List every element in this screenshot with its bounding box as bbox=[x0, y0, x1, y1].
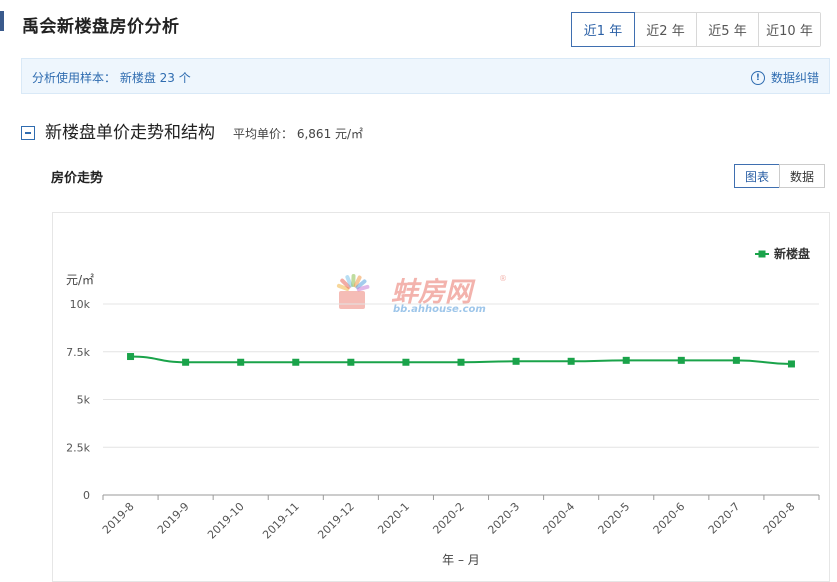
watermark-petal bbox=[359, 287, 368, 289]
view-toggle: 图表 数据 bbox=[734, 164, 825, 188]
x-axis-label: 年 – 月 bbox=[442, 553, 480, 567]
legend-marker bbox=[759, 251, 766, 258]
x-tick-label: 2020-7 bbox=[706, 500, 743, 537]
average-price: 平均单价： 6,861 元/㎡ bbox=[233, 125, 363, 142]
chart-view-button[interactable]: 图表 bbox=[734, 164, 780, 188]
data-point[interactable] bbox=[127, 353, 134, 360]
section-title: 新楼盘单价走势和结构 bbox=[45, 118, 215, 143]
section-header: 新楼盘单价走势和结构 平均单价： 6,861 元/㎡ bbox=[21, 118, 363, 143]
data-point[interactable] bbox=[788, 360, 795, 367]
data-point[interactable] bbox=[237, 359, 244, 366]
data-point[interactable] bbox=[292, 359, 299, 366]
x-tick-label: 2019-12 bbox=[315, 500, 357, 542]
y-tick-label: 5k bbox=[77, 394, 91, 407]
data-point[interactable] bbox=[182, 359, 189, 366]
data-correction-link[interactable]: ! 数据纠错 bbox=[751, 69, 819, 86]
x-tick-label: 2020-4 bbox=[541, 500, 578, 537]
data-point[interactable] bbox=[513, 358, 520, 365]
x-tick-label: 2020-6 bbox=[651, 500, 688, 537]
price-trend-chart-panel: 蚌房网 ® bb.ahhouse.com 0 2.5k 5k 7.5k 10k 2019… bbox=[52, 212, 830, 582]
sample-label: 分析使用样本： bbox=[32, 71, 116, 85]
tab-10-years[interactable]: 近10 年 bbox=[758, 13, 820, 46]
legend-label: 新楼盘 bbox=[774, 246, 810, 261]
data-point[interactable] bbox=[568, 358, 575, 365]
y-tick-label: 0 bbox=[83, 489, 90, 502]
x-tick-label: 2019-11 bbox=[260, 500, 302, 542]
tab-5-years[interactable]: 近5 年 bbox=[696, 13, 758, 46]
data-view-button[interactable]: 数据 bbox=[779, 164, 825, 188]
x-tick-label: 2020-5 bbox=[596, 500, 633, 537]
x-tick-label: 2019-9 bbox=[155, 500, 192, 537]
x-tick-label: 2020-1 bbox=[375, 500, 412, 537]
y-axis-label: 元/㎡ bbox=[66, 273, 94, 287]
trend-title: 房价走势 bbox=[51, 167, 103, 186]
y-tick-label: 2.5k bbox=[66, 441, 90, 454]
data-correction-label: 数据纠错 bbox=[771, 69, 819, 86]
data-point[interactable] bbox=[402, 359, 409, 366]
average-price-label: 平均单价： bbox=[233, 127, 293, 141]
title-accent-bar bbox=[0, 11, 4, 31]
watermark: 蚌房网 ® bb.ahhouse.com bbox=[339, 274, 507, 315]
sample-value: 新楼盘 23 个 bbox=[120, 71, 191, 85]
data-point[interactable] bbox=[733, 357, 740, 364]
watermark-house bbox=[339, 291, 365, 309]
x-tick-label: 2020-2 bbox=[430, 500, 467, 537]
y-tick-label: 10k bbox=[70, 298, 91, 311]
y-tick-label: 7.5k bbox=[66, 346, 90, 359]
watermark-domain: bb.ahhouse.com bbox=[393, 304, 486, 315]
sample-text: 分析使用样本： 新楼盘 23 个 bbox=[32, 69, 191, 86]
tab-1-year[interactable]: 近1 年 bbox=[571, 12, 635, 47]
legend[interactable]: 新楼盘 bbox=[755, 246, 810, 261]
x-tick-label: 2020-3 bbox=[485, 500, 522, 537]
price-trend-chart: 蚌房网 ® bb.ahhouse.com 0 2.5k 5k 7.5k 10k 2019… bbox=[53, 213, 831, 575]
data-point[interactable] bbox=[458, 359, 465, 366]
tab-2-years[interactable]: 近2 年 bbox=[634, 13, 696, 46]
time-range-tabs: 近1 年 近2 年 近5 年 近10 年 bbox=[571, 12, 821, 47]
page-title: 禹会新楼盘房价分析 bbox=[22, 12, 180, 37]
collapse-icon[interactable] bbox=[21, 126, 35, 140]
average-price-value: 6,861 元/㎡ bbox=[297, 127, 363, 141]
data-point[interactable] bbox=[678, 357, 685, 364]
x-tick-label: 2019-10 bbox=[205, 500, 247, 542]
data-point[interactable] bbox=[347, 359, 354, 366]
watermark-registered-mark: ® bbox=[499, 274, 507, 283]
data-point[interactable] bbox=[623, 357, 630, 364]
info-icon: ! bbox=[751, 71, 765, 85]
sample-info-bar: 分析使用样本： 新楼盘 23 个 ! 数据纠错 bbox=[21, 58, 830, 94]
x-tick-label: 2019-8 bbox=[100, 500, 137, 537]
x-tick-label: 2020-8 bbox=[761, 500, 798, 537]
